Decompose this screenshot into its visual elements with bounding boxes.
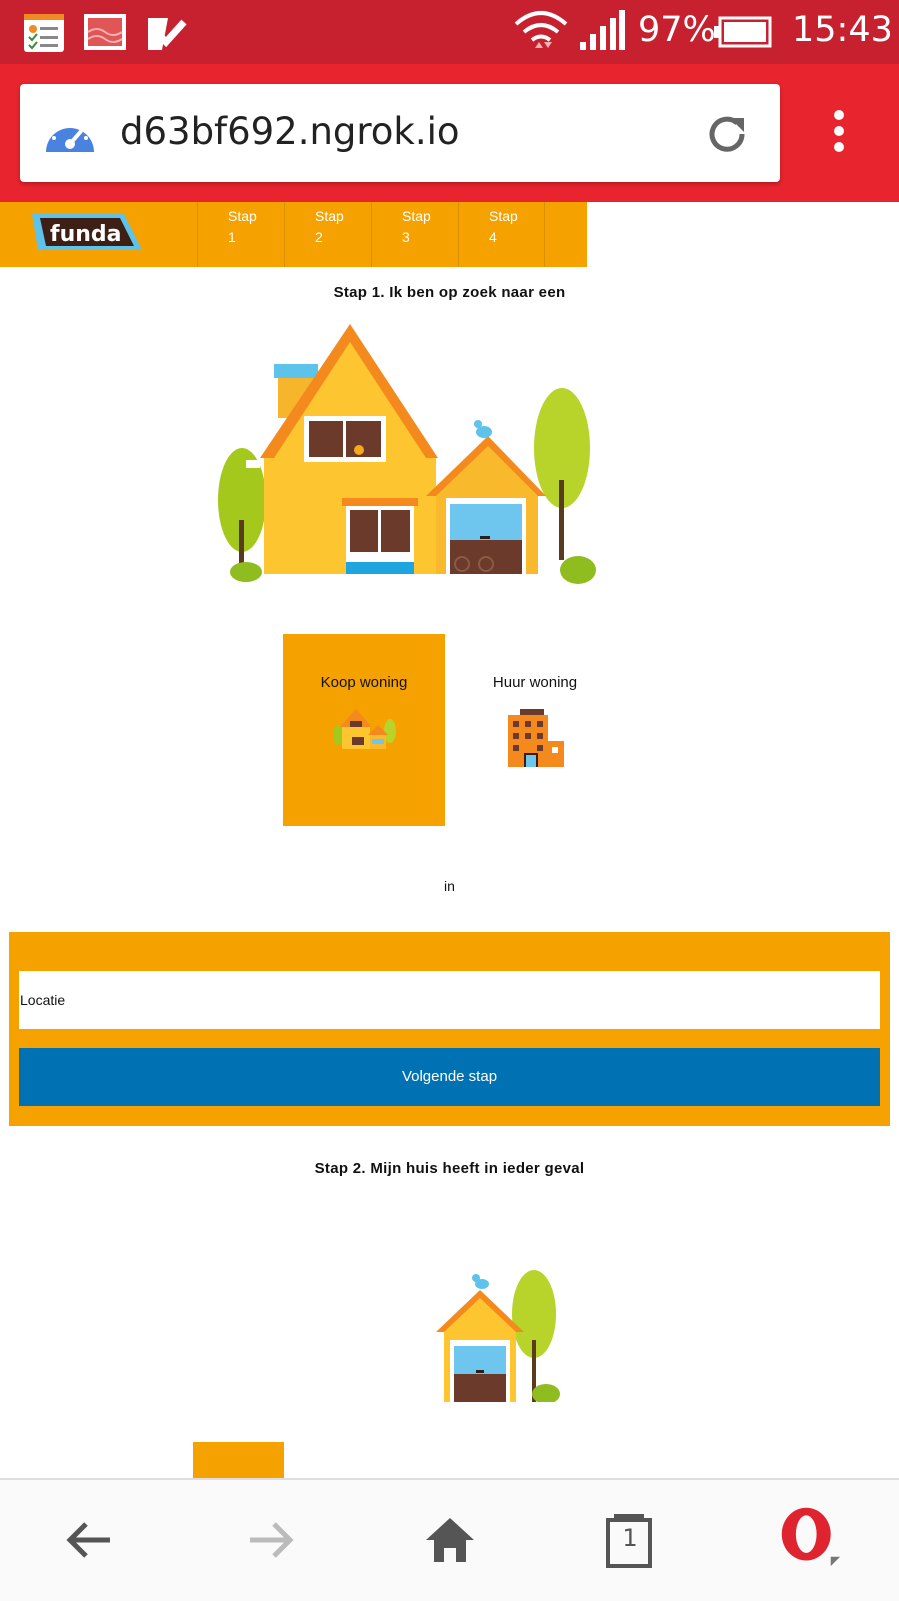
apartment-icon — [508, 709, 564, 767]
opera-menu-icon[interactable] — [778, 1504, 842, 1568]
garage-illustration — [436, 1270, 560, 1402]
step1-heading: Stap 1. Ik ben op zoek naar een — [333, 284, 566, 301]
step-tab-number: 2 — [315, 229, 323, 245]
funda-logo[interactable]: funda — [28, 210, 146, 254]
step-tab-1[interactable]: Stap 1 — [197, 202, 284, 267]
todo-check-icon — [148, 18, 187, 50]
house-small-icon — [333, 709, 396, 749]
battery-icon — [714, 16, 772, 48]
wifi-icon — [514, 11, 568, 48]
step-tab-2[interactable]: Stap 2 — [284, 202, 371, 267]
step-tab-3[interactable]: Stap 3 — [371, 202, 458, 267]
tab-count: 1 — [622, 1524, 638, 1552]
location-form: Volgende stap — [9, 932, 890, 1126]
step-tab-label: Stap — [228, 208, 257, 224]
tasks-notification-icon — [24, 14, 64, 52]
battery-percent: 97% — [638, 10, 716, 50]
house-illustration — [218, 324, 596, 584]
step-tab-label: Stap — [489, 208, 518, 224]
next-step-button[interactable]: Volgende stap — [19, 1048, 880, 1106]
url-text[interactable]: d63bf692.ngrok.io — [120, 110, 460, 153]
step-tab-number: 1 — [228, 229, 236, 245]
option-card-label: Huur woning — [492, 674, 578, 691]
signal-icon — [580, 10, 625, 50]
speed-dial-icon — [46, 121, 94, 152]
site-header: funda Stap 1 Stap 2 Stap 3 Stap 4 — [0, 202, 587, 267]
home-icon[interactable] — [418, 1508, 482, 1572]
option-card-huur[interactable]: Huur woning — [454, 634, 616, 826]
clock: 15:43 — [792, 10, 893, 50]
svg-text:funda: funda — [50, 222, 122, 247]
step2-heading: Stap 2. Mijn huis heeft in ieder geval — [314, 1160, 585, 1177]
browser-toolbar: d63bf692.ngrok.io — [0, 64, 899, 202]
step-tab-number: 3 — [402, 229, 410, 245]
option-card-koop[interactable]: Koop woning — [283, 634, 445, 826]
in-label: in — [444, 878, 455, 894]
reload-icon[interactable] — [706, 112, 750, 156]
step-tab-label: Stap — [315, 208, 344, 224]
location-input[interactable] — [19, 971, 880, 1029]
tabs-button[interactable]: 1 — [598, 1508, 662, 1572]
step-tab-4[interactable]: Stap 4 — [458, 202, 545, 267]
web-page: funda Stap 1 Stap 2 Stap 3 Stap 4 Stap 1… — [0, 202, 899, 1478]
option-card-partial[interactable] — [193, 1442, 284, 1478]
step-tab-number: 4 — [489, 229, 497, 245]
more-menu-icon[interactable] — [832, 108, 846, 154]
status-bar: 97% 15:43 — [0, 0, 899, 64]
forward-arrow-icon[interactable] — [238, 1508, 302, 1572]
step-tab-label: Stap — [402, 208, 431, 224]
browser-bottom-nav: 1 — [0, 1478, 899, 1601]
option-card-label: Koop woning — [320, 674, 408, 691]
address-bar[interactable]: d63bf692.ngrok.io — [20, 84, 780, 182]
back-arrow-icon[interactable] — [58, 1508, 122, 1572]
image-notification-icon — [84, 14, 126, 50]
